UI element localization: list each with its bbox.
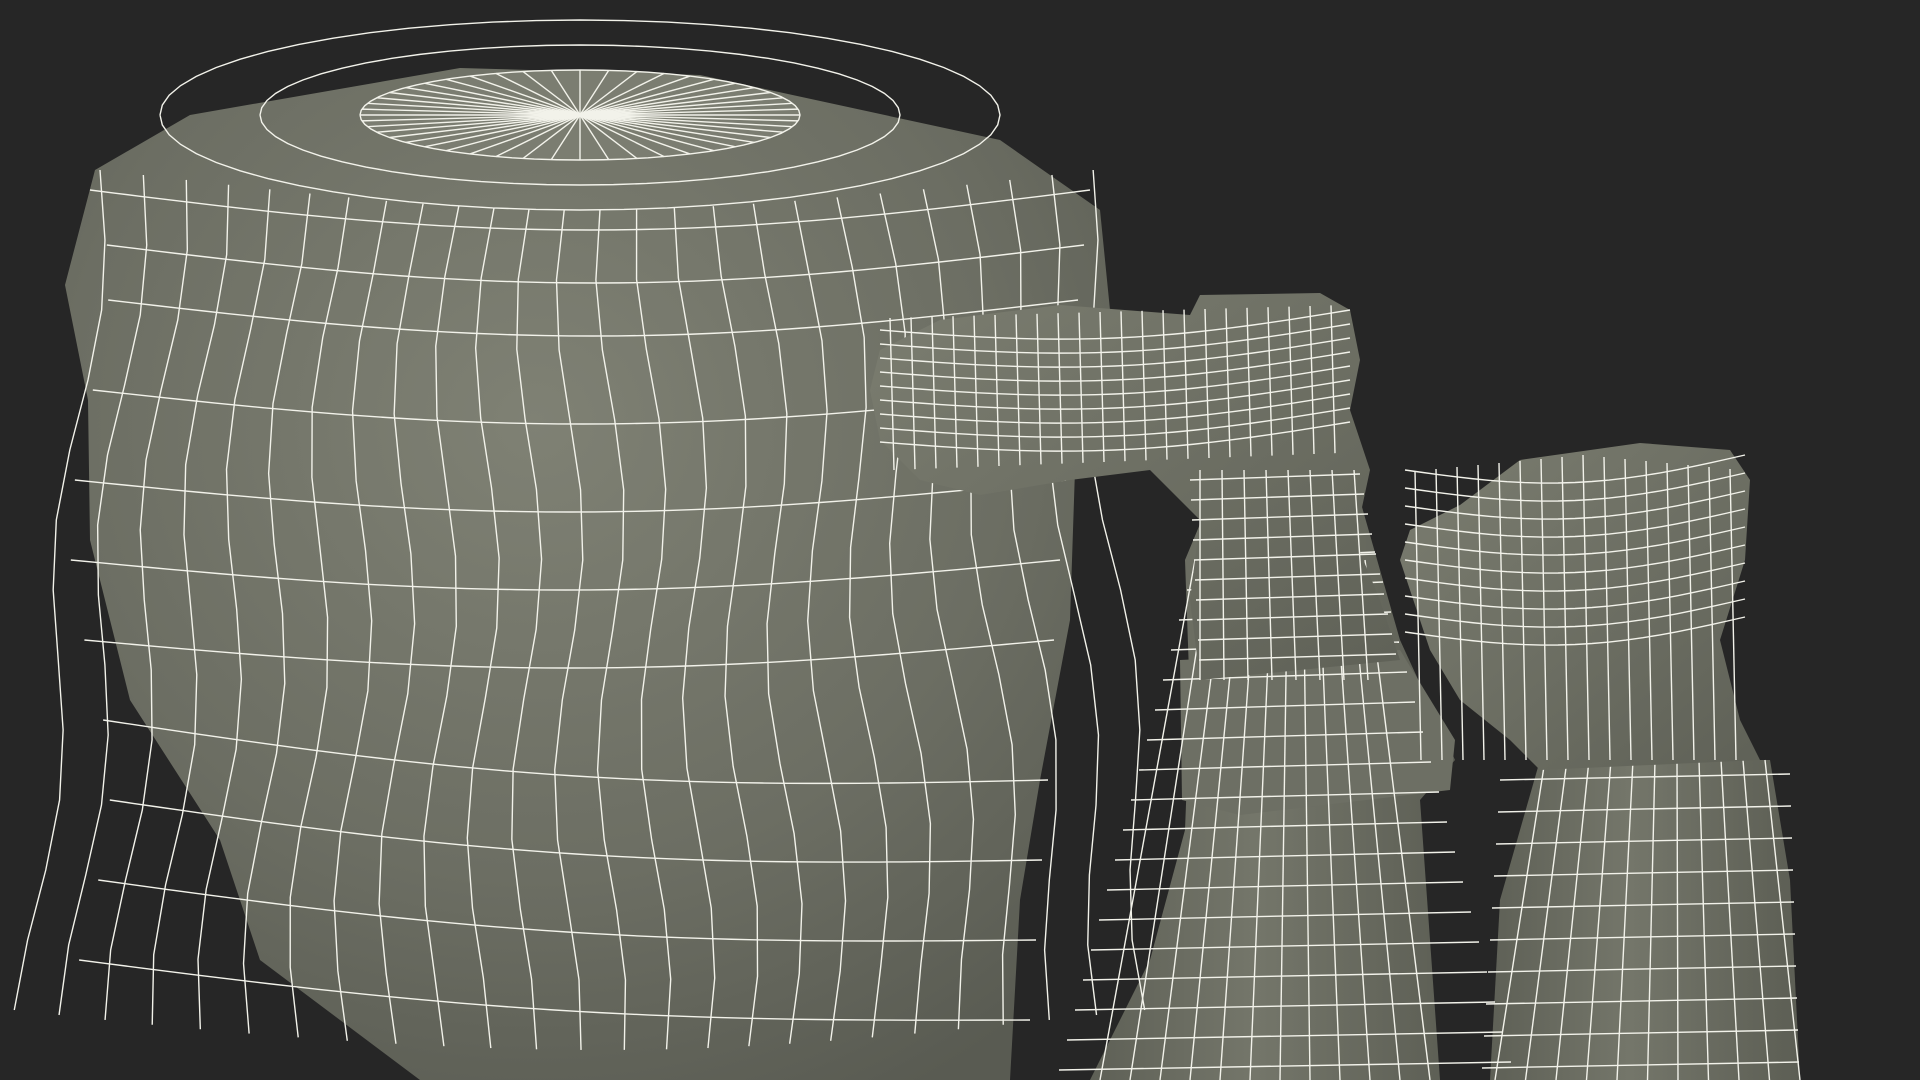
right-handle <box>1400 443 1760 770</box>
cap-body <box>13 19 1146 1080</box>
render-viewport <box>0 0 1920 1080</box>
wireframe-render <box>13 19 1801 1080</box>
right-neck <box>1481 759 1801 1080</box>
